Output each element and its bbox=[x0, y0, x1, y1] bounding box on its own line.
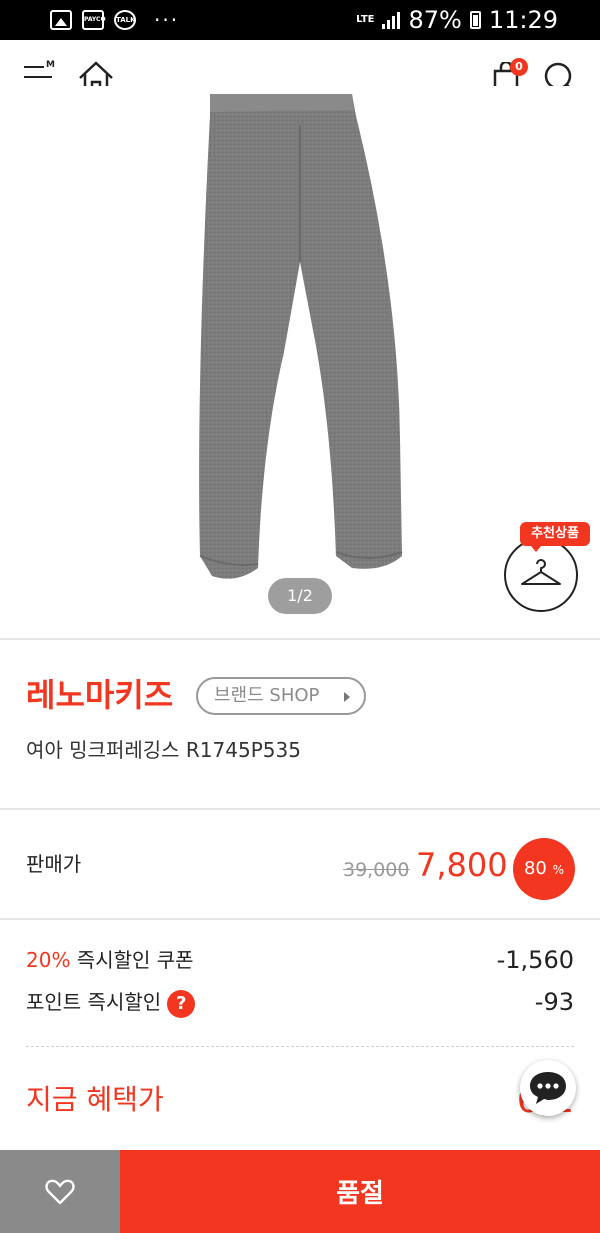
divider bbox=[0, 808, 600, 810]
coupon-percent: 20% bbox=[26, 948, 71, 972]
network-type: LTE bbox=[356, 14, 375, 25]
discount-badge: 80 % bbox=[513, 838, 575, 900]
gallery-notification-icon bbox=[50, 10, 72, 30]
product-title: 여아 밍크퍼레깅스 R1745P535 bbox=[26, 738, 301, 762]
clock: 11:29 bbox=[488, 6, 558, 34]
divider bbox=[0, 638, 600, 640]
recommend-badge: 추천상품 bbox=[520, 522, 590, 552]
original-price: 39,000 bbox=[343, 859, 410, 881]
discount-unit: % bbox=[552, 863, 565, 877]
benefit-price-label: 지금 혜택가 bbox=[26, 1083, 164, 1116]
recommend-products-button[interactable]: 추천상품 bbox=[504, 522, 590, 612]
signal-icon bbox=[382, 11, 401, 29]
chat-icon bbox=[530, 1072, 566, 1104]
point-row-label: 포인트 즉시할인? bbox=[26, 986, 196, 1018]
dashed-divider bbox=[26, 1046, 574, 1047]
chevron-right-icon bbox=[344, 692, 350, 702]
status-right: LTE 87% 11:29 bbox=[356, 0, 558, 40]
soldout-button[interactable]: 품절 bbox=[120, 1150, 600, 1233]
talk-notification-icon: TALK bbox=[114, 10, 136, 30]
point-label: 포인트 즉시할인 bbox=[26, 990, 162, 1014]
point-value: -93 bbox=[534, 988, 574, 1016]
divider bbox=[0, 918, 600, 920]
menu-badge: M bbox=[46, 60, 55, 70]
sale-price: 7,800 bbox=[416, 846, 508, 884]
chat-button[interactable] bbox=[520, 1060, 576, 1116]
battery-icon bbox=[469, 11, 481, 29]
notification-icons: PAYCO TALK ··· bbox=[50, 10, 179, 30]
more-notifications-icon: ··· bbox=[154, 8, 180, 32]
status-bar: PAYCO TALK ··· LTE 87% 11:29 bbox=[0, 0, 600, 40]
cart-count-badge: 0 bbox=[510, 58, 528, 76]
bottom-action-bar: 품절 bbox=[0, 1150, 600, 1233]
heart-icon bbox=[45, 1179, 75, 1204]
help-icon[interactable]: ? bbox=[167, 989, 196, 1018]
coupon-row-label: 20% 즉시할인 쿠폰 bbox=[26, 944, 194, 976]
image-pager: 1/2 bbox=[268, 578, 332, 614]
brand-shop-label: 브랜드 SHOP bbox=[214, 685, 320, 706]
coupon-label: 즉시할인 쿠폰 bbox=[70, 948, 194, 972]
brand-name[interactable]: 레노마키즈 bbox=[26, 672, 173, 718]
wishlist-button[interactable] bbox=[0, 1150, 120, 1233]
brand-shop-button[interactable]: 브랜드 SHOP bbox=[196, 677, 366, 715]
battery-percent: 87% bbox=[408, 6, 462, 34]
payco-notification-icon: PAYCO bbox=[82, 10, 106, 30]
discount-number: 80 bbox=[523, 858, 547, 879]
price-label: 판매가 bbox=[26, 852, 82, 876]
coupon-value: -1,560 bbox=[496, 946, 574, 974]
